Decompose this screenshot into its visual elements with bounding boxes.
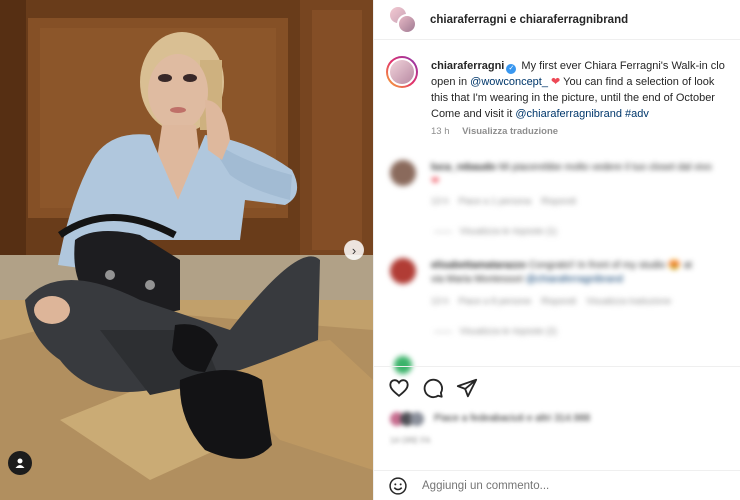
view-replies-label[interactable]: Visualizza le risposte (1) — [460, 226, 557, 236]
likes-text[interactable]: Piace a fedeabaciuti e altri 314.988 — [434, 413, 590, 424]
comment-icon[interactable] — [422, 377, 444, 399]
comment-bar — [374, 470, 740, 500]
comment-text: Congrats!! In front of my studio 😍 at — [528, 260, 692, 271]
caption-username[interactable]: chiaraferragni — [431, 60, 504, 72]
avatar[interactable] — [386, 56, 418, 88]
caption-line-3: this that I'm wearing in the picture, un… — [431, 92, 715, 104]
translate-link[interactable]: Visualizza traduzione — [586, 296, 671, 306]
comment-username[interactable]: elisabettamatarazzo — [431, 260, 526, 271]
heart-emoji: ❤ — [547, 76, 561, 88]
photo-illustration — [0, 0, 373, 500]
caption-time[interactable]: 13 h — [431, 126, 450, 137]
comment-text-2: via Maria Montessori @chiaraferragnibran… — [431, 274, 623, 285]
comment-emoji: ❤ — [431, 176, 440, 187]
post-caption: chiaraferragni ✓ My first ever Chiara Fer… — [374, 0, 740, 145]
comments-list[interactable]: luca_rebaudo Mi piacerebbe molto vedere … — [374, 150, 740, 374]
comment-text: Mi piacerebbe molto vedere il tuo closet… — [498, 162, 712, 173]
view-replies[interactable]: —— Visualizza le risposte (1) — [434, 226, 557, 236]
user-tag-icon[interactable] — [8, 451, 32, 475]
comment-likes[interactable]: Piace a 8 persone — [459, 296, 532, 306]
comment-text-continued: via Maria Montessori — [431, 274, 527, 285]
comment-time: 13 h — [431, 196, 449, 206]
caption-line-4: Come and visit it — [431, 108, 516, 120]
avatar[interactable] — [390, 160, 416, 186]
list-item: luca_rebaudo Mi piacerebbe molto vedere … — [431, 162, 712, 173]
avatar — [410, 412, 424, 426]
caption-line-2: open in — [431, 76, 471, 88]
caption-text: chiaraferragni ✓ My first ever Chiara Fer… — [431, 58, 740, 122]
caption-line-1: My first ever Chiara Ferragni's Walk-in … — [518, 60, 725, 72]
likes-summary[interactable]: Piace a fedeabaciuti e altri 314.988 — [390, 411, 670, 429]
emoji-icon[interactable] — [388, 476, 408, 496]
mention-link[interactable]: @wowconcept_ — [470, 76, 548, 88]
caption-line-2-suffix: You can find a selection of look — [560, 76, 715, 88]
mention-link[interactable]: @chiaraferragnibrand — [515, 108, 622, 120]
comment-time: 13 h — [431, 296, 449, 306]
view-replies-label[interactable]: Visualizza le risposte (2) — [460, 326, 557, 336]
post-photo[interactable]: › — [0, 0, 373, 500]
comment-likes[interactable]: Piace a 1 persona — [459, 196, 532, 206]
comment-input[interactable] — [422, 479, 702, 492]
list-item: elisabettamatarazzo Congrats!! In front … — [431, 260, 692, 271]
post-actions — [374, 366, 740, 406]
comment-meta: 13 h Piace a 1 persona Rispondi — [431, 196, 576, 206]
post-date: 14 ORE FA — [390, 436, 431, 445]
hashtag-link[interactable]: #adv — [622, 108, 649, 120]
heart-icon[interactable] — [388, 377, 410, 399]
share-icon[interactable] — [456, 377, 478, 399]
caption-meta: 13 h Visualizza traduzione — [431, 126, 568, 137]
translate-link[interactable]: Visualizza traduzione — [462, 126, 558, 137]
verified-badge-icon: ✓ — [506, 64, 517, 74]
post-side-panel: chiaraferragni e chiaraferragnibrand chi… — [373, 0, 740, 500]
comment-username[interactable]: luca_rebaudo — [431, 162, 496, 173]
chevron-right-icon[interactable]: › — [344, 240, 364, 260]
reply-button[interactable]: Rispondi — [541, 196, 576, 206]
avatar[interactable] — [390, 258, 416, 284]
view-replies[interactable]: —— Visualizza le risposte (2) — [434, 326, 557, 336]
mention-link[interactable]: @chiaraferragnibrand — [526, 274, 623, 285]
comment-meta: 13 h Piace a 8 persone Rispondi Visualiz… — [431, 296, 671, 306]
reply-button[interactable]: Rispondi — [541, 296, 576, 306]
